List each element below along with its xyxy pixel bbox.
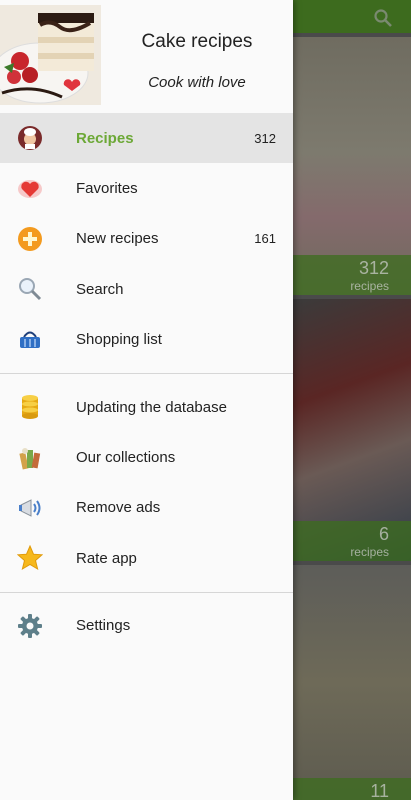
recipe-collection-card[interactable]: 11: [293, 565, 411, 800]
menu-item-search[interactable]: Search: [0, 264, 293, 314]
plus-badge-icon: [17, 226, 43, 252]
menu-label: Recipes: [76, 129, 134, 147]
menu-label: Favorites: [76, 180, 138, 198]
menu-item-updating-database[interactable]: Updating the database: [0, 382, 293, 432]
card-count: 312: [358, 258, 389, 278]
database-icon: [17, 394, 43, 420]
menu-item-rate-app[interactable]: Rate app: [0, 533, 293, 583]
menu-item-new-recipes[interactable]: New recipes 161: [0, 214, 293, 264]
menu-label: Our collections: [76, 449, 176, 467]
search-icon[interactable]: [373, 8, 393, 28]
gear-icon: [17, 613, 43, 639]
menu-item-favorites[interactable]: Favorites: [0, 163, 293, 213]
card-count: 11: [370, 781, 389, 800]
menu-item-remove-ads[interactable]: Remove ads: [0, 483, 293, 533]
menu-divider: [0, 591, 293, 593]
app-subtitle: Cook with love: [148, 74, 246, 91]
menu-label: New recipes: [76, 230, 159, 248]
menu-item-recipes[interactable]: Recipes 312: [0, 113, 293, 164]
menu-divider: [0, 372, 293, 374]
card-label: recipes: [350, 545, 389, 559]
menu-label: Shopping list: [76, 331, 162, 349]
chef-icon: [17, 125, 43, 151]
menu-label: Search: [76, 280, 124, 298]
menu-label: Settings: [76, 617, 131, 635]
menu-label: Rate app: [76, 549, 137, 567]
magnifier-icon: [17, 276, 43, 302]
drawer-header: Cake recipes Cook with love: [0, 0, 293, 113]
card-count: 6: [378, 524, 389, 544]
basket-icon: [17, 327, 43, 353]
heart-icon: [17, 176, 43, 202]
books-icon: [17, 445, 43, 471]
star-icon: [17, 545, 43, 571]
menu-item-shopping-list[interactable]: Shopping list: [0, 315, 293, 365]
recipe-collection-card[interactable]: 6 recipes: [293, 299, 411, 561]
menu-label: Updating the database: [76, 398, 227, 416]
menu-count: 161: [254, 231, 276, 247]
app-title: Cake recipes: [141, 31, 253, 52]
megaphone-icon: [17, 495, 43, 521]
menu-count: 312: [254, 130, 276, 146]
menu-label: Remove ads: [76, 499, 161, 517]
navigation-drawer: Cake recipes Cook with love Recipes 312 …: [0, 0, 293, 800]
menu-item-our-collections[interactable]: Our collections: [0, 432, 293, 482]
cake-header-image: [0, 5, 101, 105]
recipe-collection-card[interactable]: 312 recipes: [293, 37, 411, 295]
card-label: recipes: [350, 279, 389, 293]
menu-item-settings[interactable]: Settings: [0, 601, 293, 651]
